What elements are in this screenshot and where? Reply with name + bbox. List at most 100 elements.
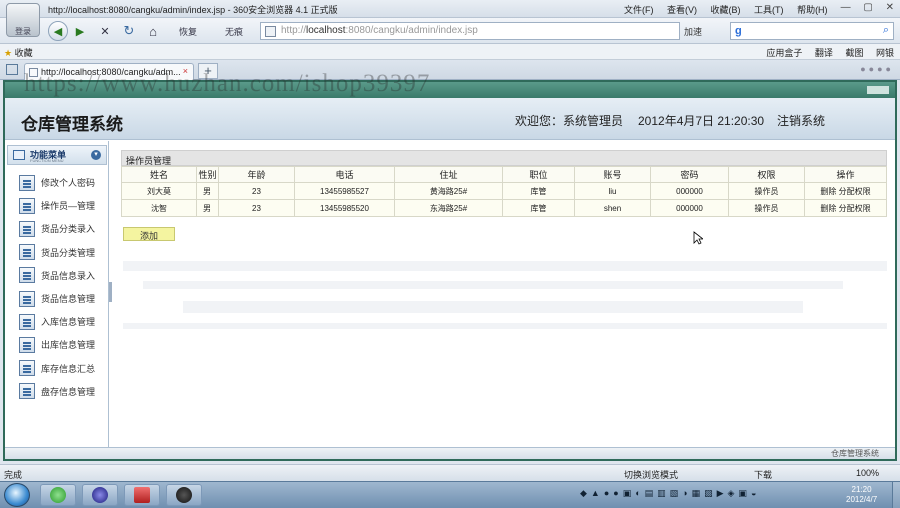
taskbar-eclipse-icon[interactable] — [82, 484, 118, 506]
page-icon — [265, 26, 276, 37]
column-header: 姓名 — [121, 166, 197, 183]
translate-button[interactable]: 翻译 — [815, 48, 833, 58]
menu-icon — [13, 150, 25, 160]
sidebar-item-goods-entry[interactable]: 货品信息录入 — [19, 264, 95, 287]
search-input[interactable]: g ⌕ — [730, 22, 894, 40]
download-button[interactable]: 下载 — [754, 468, 772, 481]
sidebar-item-goods-management[interactable]: 货品信息管理 — [19, 287, 95, 310]
menu-file[interactable]: 文件(F) — [624, 5, 654, 15]
column-header: 职位 — [502, 166, 575, 183]
bookmarks-bar: ★ 收藏 应用盒子 翻译 截图 网银 — [0, 44, 900, 60]
home-button[interactable]: ⌂ — [144, 22, 162, 40]
menu-help[interactable]: 帮助(H) — [797, 5, 828, 15]
app-box-button[interactable]: 应用盒子 — [766, 48, 802, 58]
sidebar-splitter[interactable] — [109, 282, 112, 302]
bookmarks-button[interactable]: ★ 收藏 — [4, 46, 33, 59]
show-desktop-button[interactable] — [892, 482, 900, 508]
browser-logo[interactable]: 登录 — [6, 3, 40, 37]
sidebar-item-inbound-management[interactable]: 入库信息管理 — [19, 310, 95, 333]
maximize-button[interactable]: ▢ — [863, 2, 872, 13]
cell-phone: 13455985520 — [294, 199, 395, 217]
clock-time: 21:20 — [851, 485, 872, 494]
start-button[interactable] — [4, 483, 30, 507]
frame-controls[interactable] — [867, 86, 889, 94]
sidebar-item-label: 盘存信息管理 — [41, 386, 96, 397]
column-header: 住址 — [394, 166, 503, 183]
sidebar-menu: 修改个人密码 操作员—管理 货品分类录入 货品分类管理 货品信息录入 货品信息管… — [19, 171, 95, 403]
sidebar-item-inventory-management[interactable]: 盘存信息管理 — [19, 380, 95, 403]
navigation-bar: ◀ ▶ ✕ ↻ ⌂ 恢复 无痕 http://localhost:8080/ca… — [0, 18, 900, 44]
page-footer: 仓库管理系统 — [5, 447, 895, 459]
stop-button[interactable]: ✕ — [96, 22, 114, 40]
private-mode-button[interactable]: 无痕 — [214, 22, 254, 40]
sidebar-item-label: 货品信息录入 — [41, 270, 96, 281]
delete-link[interactable]: 删除 — [820, 187, 836, 196]
sidebar-item-stock-summary[interactable]: 库存信息汇总 — [19, 357, 95, 380]
taskbar-ie-icon[interactable] — [40, 484, 76, 506]
bookmarks-label: 收藏 — [14, 48, 33, 58]
sidebar-item-change-password[interactable]: 修改个人密码 — [19, 171, 95, 194]
browser-title-bar: 登录 http://localhost:8080/cangku/admin/in… — [0, 0, 900, 37]
sidebar-item-label: 货品分类录入 — [41, 224, 96, 235]
forward-button[interactable]: ▶ — [70, 22, 90, 40]
assign-permission-link[interactable]: 分配权限 — [839, 204, 871, 213]
column-header: 性别 — [196, 166, 219, 183]
address-bar[interactable]: http://localhost:8080/cangku/admin/index… — [260, 22, 680, 40]
tab-list-icon[interactable] — [6, 64, 18, 75]
close-window-button[interactable]: ✕ — [886, 2, 894, 13]
browser-menu-bar: 文件(F) 查看(V) 收藏(B) 工具(T) 帮助(H) — [624, 3, 839, 16]
document-icon — [19, 336, 35, 353]
back-button[interactable]: ◀ — [48, 21, 68, 41]
table-header-row: 姓名 性别 年龄 电话 住址 职位 账号 密码 权限 操作 — [121, 166, 887, 183]
sidebar-item-outbound-management[interactable]: 出库信息管理 — [19, 333, 95, 356]
accelerate-button[interactable]: 加速 — [684, 25, 702, 38]
cell-actions: 删除 分配权限 — [804, 182, 887, 200]
screenshot-button[interactable]: 截图 — [845, 48, 863, 58]
footer-text: 仓库管理系统 — [831, 449, 879, 458]
cell-actions: 删除 分配权限 — [804, 199, 887, 217]
menu-favorites[interactable]: 收藏(B) — [711, 5, 741, 15]
taskbar-qq-icon[interactable] — [166, 484, 202, 506]
column-header: 账号 — [574, 166, 651, 183]
cell-role: 操作员 — [728, 182, 805, 200]
app-title: 仓库管理系统 — [21, 115, 123, 135]
minimize-button[interactable]: — — [841, 2, 851, 13]
switch-mode-button[interactable]: 切换浏览模式 — [624, 468, 678, 481]
add-button[interactable]: 添加 — [123, 227, 175, 241]
menu-tools[interactable]: 工具(T) — [754, 5, 784, 15]
sidebar-item-label: 库存信息汇总 — [41, 363, 96, 374]
sidebar-item-category-management[interactable]: 货品分类管理 — [19, 241, 95, 264]
watermark-text: https://www.huzhan.com/ishop39397 — [24, 70, 431, 97]
app-header: 仓库管理系统 欢迎您：系统管理员 2012年4月7日 21:20:30 注销系统 — [5, 98, 895, 140]
cell-sex: 男 — [196, 182, 219, 200]
document-icon — [19, 313, 35, 330]
address-path: :8080/cangku/admin/index.jsp — [345, 25, 478, 36]
search-icon[interactable]: ⌕ — [883, 24, 889, 37]
cell-name: 刘大莫 — [121, 182, 197, 200]
cell-phone: 13455985527 — [294, 182, 395, 200]
restore-button[interactable]: 恢复 — [168, 22, 208, 40]
window-controls: — ▢ ✕ — [831, 2, 894, 13]
window-title: http://localhost:8080/cangku/admin/index… — [48, 5, 338, 15]
zoom-level[interactable]: 100% — [856, 468, 879, 478]
document-icon — [19, 290, 35, 307]
collapse-icon[interactable]: ▾ — [91, 150, 101, 160]
windows-taskbar: ◆▲●●▣◐▤▥▧◑▦▨▶◈▣◒ 21:20 2012/4/7 — [0, 481, 900, 508]
menu-view[interactable]: 查看(V) — [667, 5, 697, 15]
delete-link[interactable]: 删除 — [820, 204, 836, 213]
document-icon — [19, 244, 35, 261]
system-tray[interactable]: ◆▲●●▣◐▤▥▧◑▦▨▶◈▣◒ — [580, 488, 820, 502]
browser-status-bar: 完成 切换浏览模式 下载 100% — [0, 464, 900, 481]
sidebar-item-label: 入库信息管理 — [41, 317, 96, 328]
column-header: 密码 — [650, 166, 729, 183]
logout-link[interactable]: 注销系统 — [777, 112, 825, 129]
sidebar-item-category-entry[interactable]: 货品分类录入 — [19, 217, 95, 240]
taskbar-clock[interactable]: 21:20 2012/4/7 — [846, 485, 877, 505]
tab-controls[interactable]: ●●●● — [860, 64, 894, 74]
search-engine-icon[interactable]: g — [735, 25, 742, 37]
taskbar-app-icon[interactable] — [124, 484, 160, 506]
sidebar-item-operator-management[interactable]: 操作员—管理 — [19, 194, 95, 217]
online-bank-button[interactable]: 网银 — [876, 48, 894, 58]
assign-permission-link[interactable]: 分配权限 — [839, 187, 871, 196]
refresh-button[interactable]: ↻ — [120, 22, 138, 40]
